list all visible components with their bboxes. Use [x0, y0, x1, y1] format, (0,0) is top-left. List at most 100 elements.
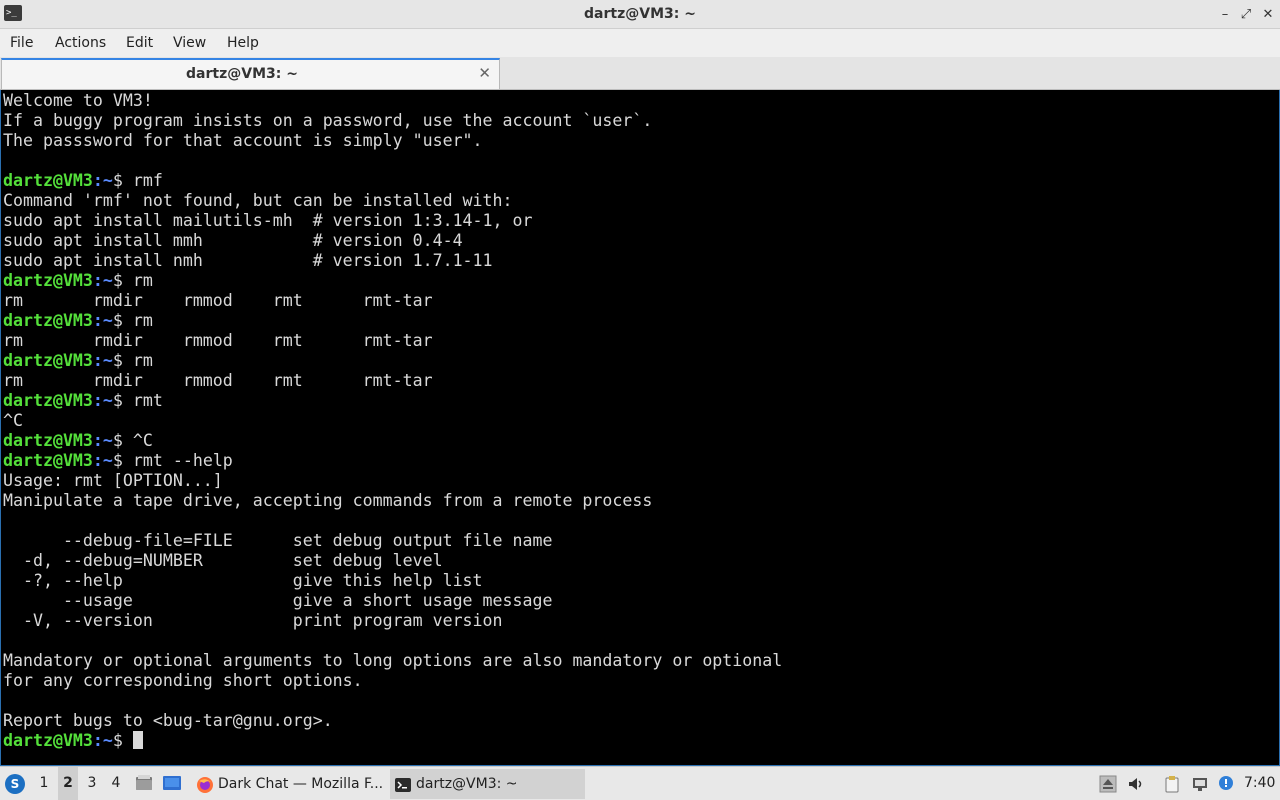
workspace-3[interactable]: 3 [82, 767, 102, 800]
clipboard-icon[interactable] [1163, 775, 1181, 793]
terminal-output-line: Report bugs to <bug-tar@gnu.org>. [3, 711, 1273, 731]
terminal-prompt-line: dartz@VM3:~$ rmt --help [3, 451, 1273, 471]
output-text: sudo apt install nmh # version 1.7.1-11 [3, 251, 493, 270]
output-text: Usage: rmt [OPTION...] [3, 471, 223, 490]
prompt-symbol: $ [112, 431, 133, 450]
task-label: dartz@VM3: ~ [416, 776, 518, 792]
terminal-prompt-line: dartz@VM3:~$ rmf [3, 171, 1273, 191]
prompt-user: dartz@VM3 [3, 451, 93, 470]
taskbar: S 1 2 3 4 Dark Chat — Mozilla F... dartz… [0, 766, 1280, 800]
tab-label: dartz@VM3: ~ [186, 66, 298, 82]
prompt-path: :~ [92, 171, 113, 190]
eject-icon[interactable] [1099, 775, 1117, 793]
menu-edit[interactable]: Edit [126, 35, 153, 51]
prompt-symbol: $ [112, 311, 133, 330]
terminal-output-line: --debug-file=FILE set debug output file … [3, 531, 1273, 551]
prompt-symbol: $ [112, 731, 133, 750]
output-text: --debug-file=FILE set debug output file … [3, 531, 553, 550]
prompt-path: :~ [92, 731, 113, 750]
tab-close-icon[interactable]: ✕ [478, 64, 491, 82]
menu-view[interactable]: View [173, 35, 206, 51]
terminal-icon [394, 775, 412, 793]
workspace-2[interactable]: 2 [58, 767, 78, 800]
terminal-view[interactable]: Welcome to VM3! If a buggy program insist… [0, 90, 1280, 766]
show-desktop-icon[interactable] [162, 774, 182, 792]
output-text: rm rmdir rmmod rmt rmt-tar [3, 331, 433, 350]
output-text: Command 'rmf' not found, but can be inst… [3, 191, 513, 210]
prompt-path: :~ [92, 271, 113, 290]
command-text: rmt --help [132, 451, 233, 470]
command-text: rm [132, 311, 153, 330]
prompt-user: dartz@VM3 [3, 171, 93, 190]
window-title: dartz@VM3: ~ [584, 6, 696, 22]
output-text: Mandatory or optional arguments to long … [3, 651, 783, 670]
terminal-prompt-line: dartz@VM3:~$ rm [3, 271, 1273, 291]
prompt-user: dartz@VM3 [3, 351, 93, 370]
output-text: Welcome to VM3! [3, 91, 153, 110]
task-terminal[interactable]: dartz@VM3: ~ [390, 769, 585, 799]
tab-terminal[interactable]: dartz@VM3: ~ ✕ [1, 58, 500, 89]
workspace-1[interactable]: 1 [34, 767, 54, 800]
workspace-4[interactable]: 4 [106, 767, 126, 800]
output-text: Manipulate a tape drive, accepting comma… [3, 491, 653, 510]
terminal-output-line: Usage: rmt [OPTION...] [3, 471, 1273, 491]
prompt-user: dartz@VM3 [3, 731, 93, 750]
prompt-path: :~ [92, 391, 113, 410]
firefox-icon [196, 775, 214, 793]
terminal-prompt-line: dartz@VM3:~$ rm [3, 311, 1273, 331]
output-text: The passsword for that account is simply… [3, 131, 483, 150]
prompt-symbol: $ [112, 451, 133, 470]
command-text: rmf [132, 171, 163, 190]
terminal-output-line: rm rmdir rmmod rmt rmt-tar [3, 331, 1273, 351]
terminal-output-line: Manipulate a tape drive, accepting comma… [3, 491, 1273, 511]
terminal-prompt-line: dartz@VM3:~$ ^C [3, 431, 1273, 451]
terminal-output-line: sudo apt install mmh # version 0.4-4 [3, 231, 1273, 251]
output-text: sudo apt install mailutils-mh # version … [3, 211, 533, 230]
prompt-symbol: $ [112, 171, 133, 190]
file-manager-icon[interactable] [135, 774, 153, 792]
terminal-output: Welcome to VM3! If a buggy program insist… [3, 91, 1273, 751]
notification-icon[interactable] [1217, 775, 1235, 793]
output-text: If a buggy program insists on a password… [3, 111, 653, 130]
task-firefox[interactable]: Dark Chat — Mozilla F... [192, 769, 385, 799]
start-menu-icon[interactable]: S [5, 774, 25, 794]
menu-actions[interactable]: Actions [55, 35, 106, 51]
prompt-symbol: $ [112, 271, 133, 290]
output-text: rm rmdir rmmod rmt rmt-tar [3, 291, 433, 310]
terminal-prompt-line: dartz@VM3:~$ [3, 731, 1273, 751]
terminal-output-line: The passsword for that account is simply… [3, 131, 1273, 151]
maximize-button[interactable]: ⤢ [1235, 0, 1257, 29]
window-titlebar: >_ dartz@VM3: ~ – ⤢ ✕ [0, 0, 1280, 29]
terminal-output-line: --usage give a short usage message [3, 591, 1273, 611]
output-text: rm rmdir rmmod rmt rmt-tar [3, 371, 433, 390]
prompt-user: dartz@VM3 [3, 311, 93, 330]
volume-icon[interactable] [1127, 775, 1145, 793]
command-text: rm [132, 351, 153, 370]
output-text: for any corresponding short options. [3, 671, 363, 690]
terminal-output-line: ^C [3, 411, 1273, 431]
command-text: rm [132, 271, 153, 290]
task-label: Dark Chat — Mozilla F... [218, 776, 384, 792]
output-text: -?, --help give this help list [3, 571, 483, 590]
output-text: -V, --version print program version [3, 611, 503, 630]
menu-file[interactable]: File [10, 35, 33, 51]
terminal-output-line: -V, --version print program version [3, 611, 1273, 631]
terminal-output-line: for any corresponding short options. [3, 671, 1273, 691]
output-text: ^C [3, 411, 23, 430]
network-icon[interactable] [1191, 775, 1209, 793]
prompt-user: dartz@VM3 [3, 391, 93, 410]
terminal-cursor [132, 731, 143, 749]
terminal-output-line: rm rmdir rmmod rmt rmt-tar [3, 371, 1273, 391]
minimize-button[interactable]: – [1214, 0, 1236, 29]
prompt-user: dartz@VM3 [3, 271, 93, 290]
terminal-output-line: -d, --debug=NUMBER set debug level [3, 551, 1273, 571]
close-window-button[interactable]: ✕ [1257, 0, 1279, 29]
menu-bar: File Actions Edit View Help [0, 29, 1280, 57]
prompt-path: :~ [92, 431, 113, 450]
menu-help[interactable]: Help [227, 35, 259, 51]
prompt-path: :~ [92, 351, 113, 370]
terminal-output-line: sudo apt install nmh # version 1.7.1-11 [3, 251, 1273, 271]
clock[interactable]: 7:40 [1244, 775, 1275, 791]
